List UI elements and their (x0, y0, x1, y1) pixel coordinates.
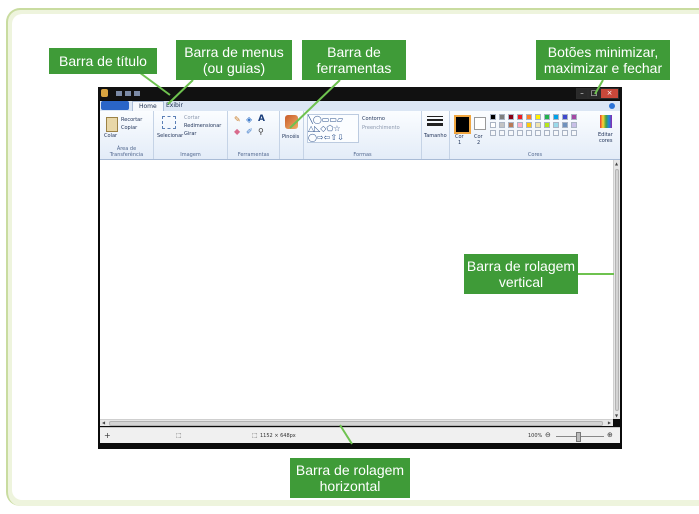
callout-window-buttons: Botões minimizar, maximizar e fechar (536, 40, 670, 80)
callout-vscroll-text-2: vertical (498, 274, 544, 290)
window-buttons-pointer (594, 79, 604, 95)
callout-title-bar: Barra de título (49, 48, 157, 74)
callout-toolbar: Barra de ferramentas (302, 40, 406, 80)
callout-toolbar-text-2: ferramentas (316, 60, 392, 76)
callout-horizontal-scrollbar: Barra de rolagem horizontal (290, 458, 410, 498)
callout-title-bar-text: Barra de título (59, 53, 147, 69)
callout-hscroll-text-1: Barra de rolagem (295, 462, 405, 478)
toolbar-pointer (289, 79, 341, 129)
callout-vscroll-text-1: Barra de rolagem (466, 258, 576, 274)
hscroll-pointer (339, 424, 353, 445)
callout-toolbar-text-1: Barra de (327, 44, 381, 60)
menu-bar-pointer (167, 79, 194, 105)
callout-window-buttons-text-2: maximizar e fechar (543, 60, 663, 76)
callout-vertical-scrollbar: Barra de rolagem vertical (464, 254, 578, 294)
callout-menu-bar-text-1: Barra de menus (184, 44, 284, 60)
callout-menu-bar: Barra de menus (ou guias) (176, 40, 292, 80)
callout-window-buttons-text-1: Botões minimizar, (547, 44, 659, 60)
callout-menu-bar-text-2: (ou guias) (202, 60, 266, 76)
callout-hscroll-text-2: horizontal (319, 478, 381, 494)
